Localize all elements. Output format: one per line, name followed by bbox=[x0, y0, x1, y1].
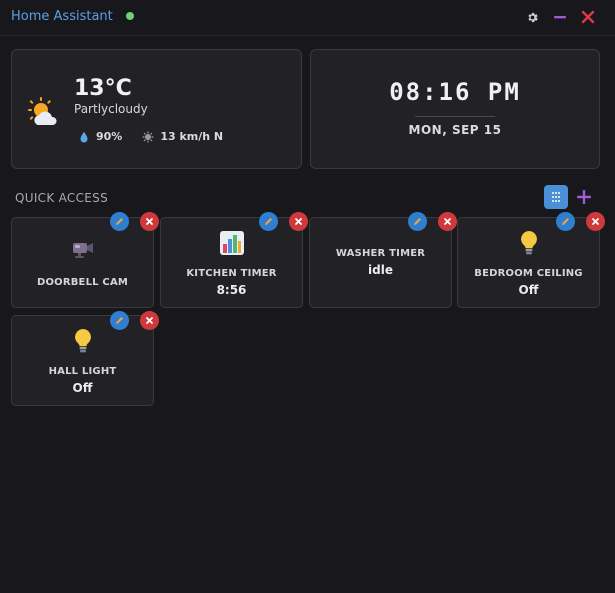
quick-access-label: QUICK ACCESS bbox=[15, 191, 109, 205]
tile-value: Off bbox=[72, 381, 93, 395]
wind-value: 13 km/h N bbox=[160, 130, 224, 143]
grid-view-button[interactable] bbox=[544, 185, 568, 209]
weather-condition: Partlycloudy bbox=[74, 102, 148, 116]
weather-card[interactable]: 13°C Partlycloudy 90% 13 km/h N bbox=[11, 49, 302, 169]
close-small-icon bbox=[592, 218, 599, 225]
pencil-icon bbox=[116, 218, 123, 225]
pencil-icon bbox=[265, 218, 272, 225]
tile-washer-timer[interactable]: WASHER TIMER idle bbox=[309, 217, 452, 308]
tile-hall-light[interactable]: HALL LIGHT Off bbox=[11, 315, 154, 406]
edit-tile-button[interactable] bbox=[110, 311, 129, 330]
pencil-icon bbox=[562, 218, 569, 225]
tile-label: BEDROOM CEILING bbox=[474, 268, 583, 279]
weather-details: 90% 13 km/h N bbox=[78, 130, 223, 143]
delete-tile-button[interactable] bbox=[140, 311, 159, 330]
close-small-icon bbox=[146, 218, 153, 225]
delete-tile-button[interactable] bbox=[140, 212, 159, 231]
delete-tile-button[interactable] bbox=[438, 212, 457, 231]
edit-tile-button[interactable] bbox=[259, 212, 278, 231]
close-icon bbox=[581, 10, 595, 24]
title-bar: Home Assistant bbox=[0, 0, 615, 36]
pencil-icon bbox=[116, 317, 123, 324]
close-small-icon bbox=[295, 218, 302, 225]
edit-tile-button[interactable] bbox=[556, 212, 575, 231]
minimize-icon bbox=[554, 16, 566, 19]
tile-doorbell-cam[interactable]: DOORBELL CAM bbox=[11, 217, 154, 308]
tile-value: Off bbox=[518, 283, 539, 297]
edit-tile-button[interactable] bbox=[110, 212, 129, 231]
close-small-icon bbox=[444, 218, 451, 225]
tile-kitchen-timer[interactable]: KITCHEN TIMER 8:56 bbox=[160, 217, 303, 308]
delete-tile-button[interactable] bbox=[289, 212, 308, 231]
partly-cloudy-icon bbox=[28, 97, 57, 125]
plus-icon bbox=[576, 189, 592, 205]
delete-tile-button[interactable] bbox=[586, 212, 605, 231]
minimize-button[interactable] bbox=[550, 8, 570, 26]
wind-icon bbox=[142, 131, 154, 142]
clock-divider bbox=[415, 116, 495, 117]
camera-icon bbox=[70, 236, 96, 262]
tile-label: HALL LIGHT bbox=[48, 366, 117, 377]
tile-label: DOORBELL CAM bbox=[36, 277, 129, 288]
add-tile-button[interactable] bbox=[576, 187, 592, 207]
connection-status-dot bbox=[126, 12, 134, 20]
tile-label: WASHER TIMER bbox=[335, 248, 426, 259]
lightbulb-icon bbox=[70, 328, 96, 354]
gear-icon bbox=[527, 12, 538, 22]
clock-date: MON, SEP 15 bbox=[408, 123, 502, 137]
water-drop-icon bbox=[80, 131, 88, 142]
edit-tile-button[interactable] bbox=[408, 212, 427, 231]
tile-value: 8:56 bbox=[216, 283, 247, 297]
clock-time: 08:16 PM bbox=[389, 78, 521, 106]
tile-bedroom-ceiling[interactable]: BEDROOM CEILING Off bbox=[457, 217, 600, 308]
grid-icon bbox=[552, 192, 560, 202]
close-small-icon bbox=[146, 317, 153, 324]
close-button[interactable] bbox=[578, 8, 598, 26]
clock-card: 08:16 PM MON, SEP 15 bbox=[310, 49, 600, 169]
tile-label: KITCHEN TIMER bbox=[186, 268, 277, 279]
humidity-value: 90% bbox=[96, 130, 123, 143]
app-title: Home Assistant bbox=[11, 9, 113, 24]
tile-value: idle bbox=[368, 263, 393, 277]
lightbulb-icon bbox=[516, 230, 542, 256]
settings-button[interactable] bbox=[522, 8, 542, 26]
chart-icon bbox=[219, 230, 245, 256]
temperature: 13°C bbox=[74, 76, 132, 101]
pencil-icon bbox=[414, 218, 421, 225]
